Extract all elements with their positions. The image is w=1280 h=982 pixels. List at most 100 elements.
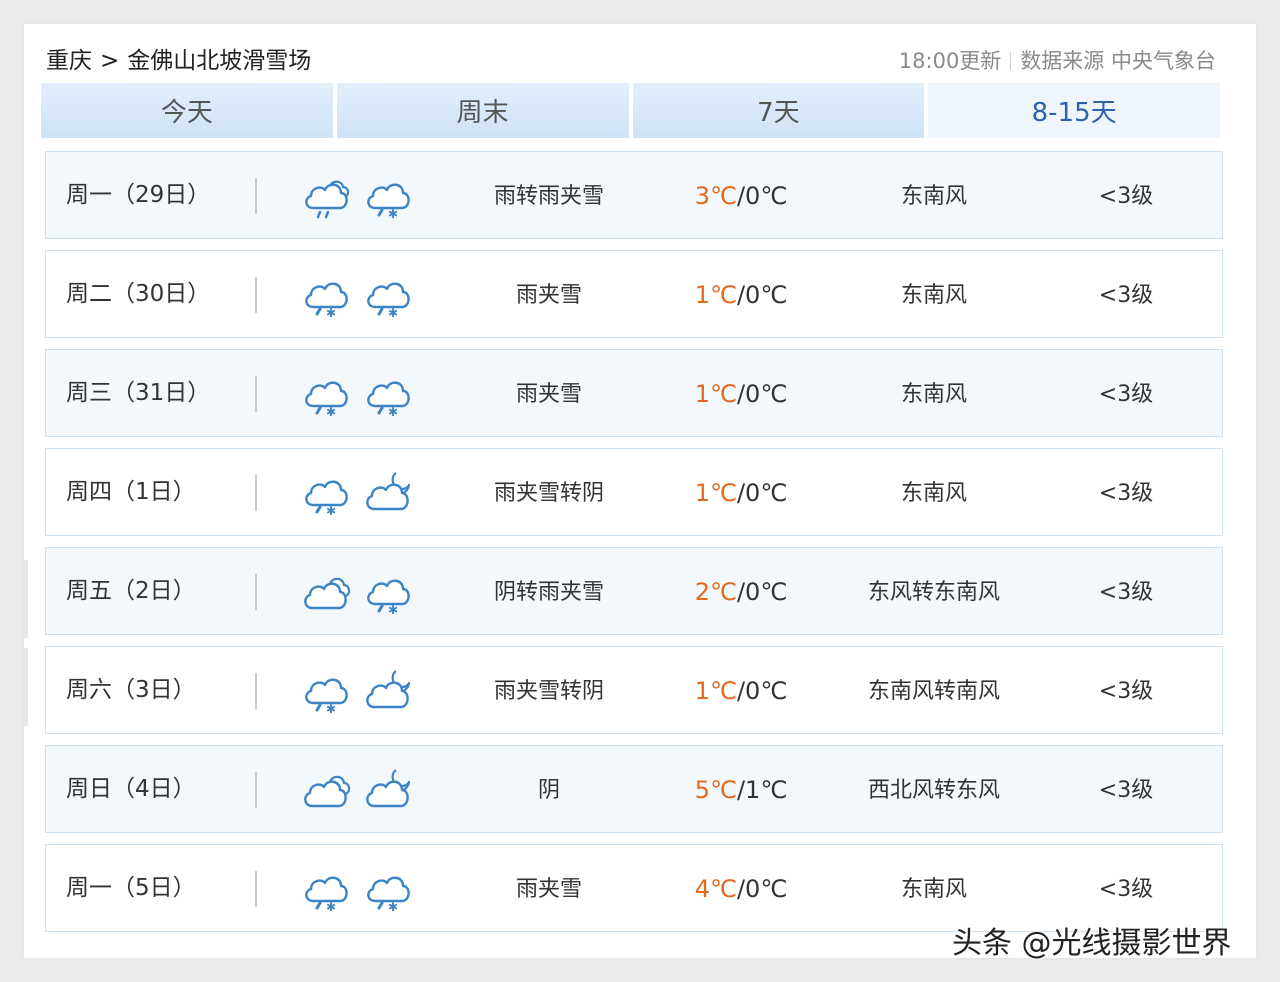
sleet-icon: ✱ [300,469,352,517]
svg-text:✱: ✱ [388,306,398,319]
sleet-icon: ✱ [300,865,352,913]
breadcrumb-city[interactable]: 重庆 [46,48,92,74]
row-divider [255,178,257,214]
wind-direction: 东南风 [900,481,967,506]
svg-text:✱: ✱ [388,900,398,913]
svg-text:✱: ✱ [388,207,398,220]
row-divider [255,376,257,412]
weather-condition: 雨夹雪转阴 [493,481,604,506]
forecast-row: 周三（31日） ✱ ✱ 雨夹雪 1℃/0℃ 东南风 <3级 [45,349,1223,437]
high-temp: 5℃ [694,776,737,804]
sleet-icon: ✱ [362,271,414,319]
low-temp: 0℃ [745,677,788,705]
row-divider [255,475,257,511]
day-label: 周二（30日） [66,281,211,307]
temp-separator: / [736,380,746,408]
temperature-range: 1℃/0℃ [666,251,816,339]
sleet-icon: ✱ [300,667,352,715]
overcast-icon [300,766,352,814]
weather-condition: 雨夹雪 [515,382,582,407]
source-label: 数据来源 中央气象台 [1020,49,1216,73]
forecast-list: 周一（29日） ✱ 雨转雨夹雪 3℃/0℃ 东南风 <3级 周二（30日） ✱ ✱ 雨夹雪 1℃/0… [45,151,1223,943]
svg-text:✱: ✱ [388,603,398,616]
low-temp: 0℃ [745,875,788,903]
high-temp: 2℃ [694,578,737,606]
weather-condition: 雨转雨夹雪 [493,184,604,209]
weather-condition: 阴转雨夹雪 [493,580,604,605]
temperature-range: 1℃/0℃ [666,449,816,537]
wind-direction: 东南风 [900,382,967,407]
breadcrumb: 重庆 > 金佛山北坡滑雪场 [46,44,311,78]
sleet-icon: ✱ [300,370,352,418]
wind-direction: 东南风 [900,184,967,209]
side-scroll-mark [24,648,28,726]
svg-text:✱: ✱ [326,306,336,319]
svg-text:✱: ✱ [326,900,336,913]
sleet-icon: ✱ [300,271,352,319]
forecast-row: 周二（30日） ✱ ✱ 雨夹雪 1℃/0℃ 东南风 <3级 [45,250,1223,338]
tab-today[interactable]: 今天 [41,83,333,138]
wind-level: <3级 [1098,382,1154,407]
temp-separator: / [736,578,746,606]
day-label: 周三（31日） [66,380,211,406]
sleet-icon: ✱ [362,568,414,616]
sleet-icon: ✱ [362,370,414,418]
data-source: 18:00更新 数据来源 中央气象台 [899,44,1216,78]
overcast-icon [300,568,352,616]
high-temp: 1℃ [694,479,737,507]
temp-separator: / [736,776,746,804]
rain-icon [300,172,352,220]
forecast-row: 周一（29日） ✱ 雨转雨夹雪 3℃/0℃ 东南风 <3级 [45,151,1223,239]
temperature-range: 2℃/0℃ [666,548,816,636]
overcast-night-icon [362,667,414,715]
forecast-row: 周四（1日） ✱ 雨夹雪转阴 1℃/0℃ 东南风 <3级 [45,448,1223,536]
svg-text:✱: ✱ [326,702,336,715]
watermark: 头条 @光线摄影世界 [952,926,1232,961]
sleet-icon: ✱ [362,172,414,220]
weather-condition: 雨夹雪 [515,877,582,902]
forecast-row: 周六（3日） ✱ 雨夹雪转阴 1℃/0℃ 东南风转南风 <3级 [45,646,1223,734]
day-label: 周一（5日） [66,875,196,901]
wind-direction: 东风转东南风 [867,580,1000,605]
forecast-row: 周五（2日） ✱ 阴转雨夹雪 2℃/0℃ 东风转东南风 <3级 [45,547,1223,635]
svg-text:✱: ✱ [388,405,398,418]
tab-7-day[interactable]: 7天 [632,83,925,138]
row-divider [255,277,257,313]
temperature-range: 1℃/0℃ [666,647,816,735]
day-label: 周一（29日） [66,182,211,208]
wind-direction: 西北风转东风 [867,778,1000,803]
temperature-range: 5℃/1℃ [666,746,816,834]
low-temp: 0℃ [745,380,788,408]
row-divider [255,772,257,808]
wind-direction: 东南风 [900,283,967,308]
temp-separator: / [736,677,746,705]
low-temp: 1℃ [745,776,788,804]
wind-direction: 东南风转南风 [867,679,1000,704]
day-label: 周日（4日） [66,776,196,802]
high-temp: 3℃ [694,182,737,210]
forecast-row: 周日（4日） 阴 5℃/1℃ 西北风转东风 <3级 [45,745,1223,833]
source-divider [1010,52,1012,70]
forecast-tabs: 今天 周末 7天 8-15天 [41,83,1220,138]
temp-separator: / [736,281,746,309]
weather-condition: 雨夹雪 [515,283,582,308]
wind-level: <3级 [1098,184,1154,209]
wind-level: <3级 [1098,778,1154,803]
row-divider [255,673,257,709]
wind-level: <3级 [1098,481,1154,506]
svg-text:✱: ✱ [326,405,336,418]
high-temp: 1℃ [694,380,737,408]
tab-8-15-day[interactable]: 8-15天 [928,83,1220,138]
wind-level: <3级 [1098,580,1154,605]
day-label: 周六（3日） [66,677,196,703]
temperature-range: 3℃/0℃ [666,152,816,240]
svg-text:✱: ✱ [326,504,336,517]
temperature-range: 1℃/0℃ [666,350,816,438]
tab-weekend[interactable]: 周末 [336,83,629,138]
temp-separator: / [736,875,746,903]
high-temp: 1℃ [694,677,737,705]
wind-level: <3级 [1098,679,1154,704]
high-temp: 1℃ [694,281,737,309]
low-temp: 0℃ [745,281,788,309]
overcast-night-icon [362,766,414,814]
